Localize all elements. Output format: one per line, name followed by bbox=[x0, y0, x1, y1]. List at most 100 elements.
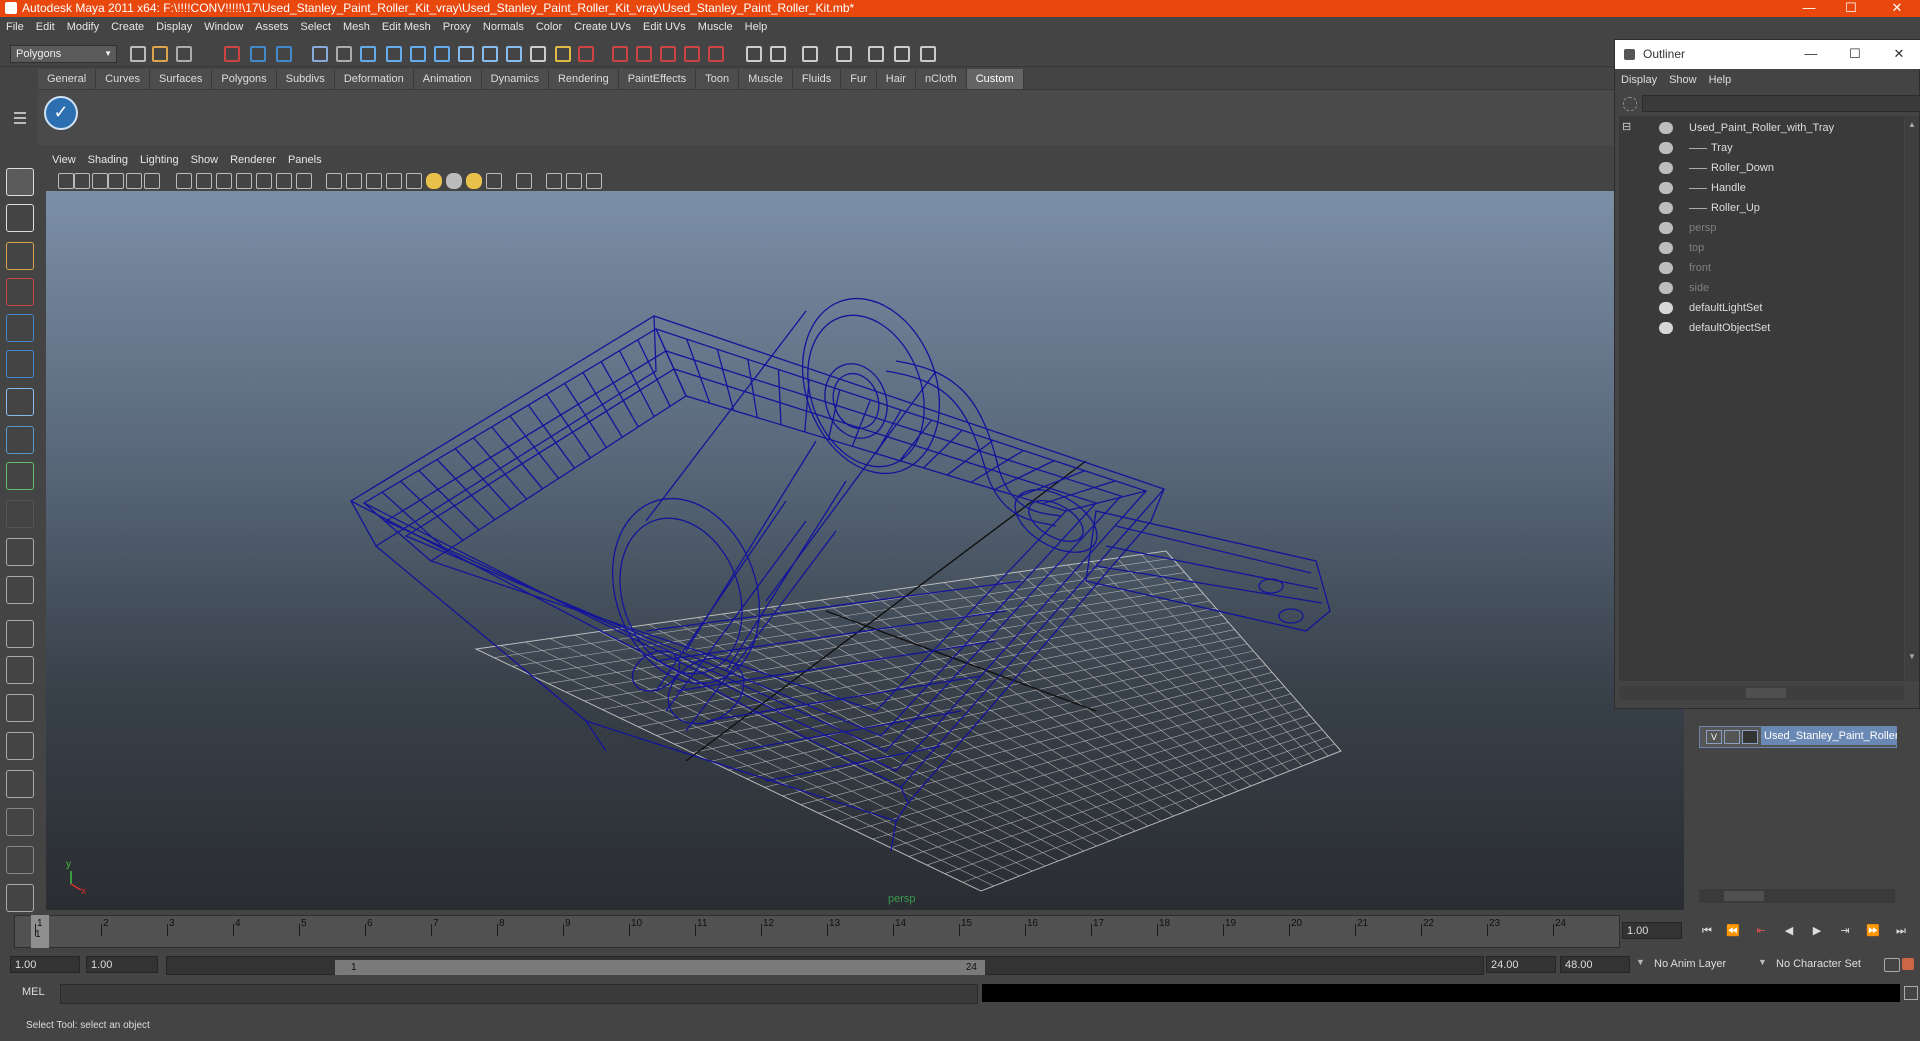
toolbar-tool-icon[interactable] bbox=[612, 46, 628, 62]
toolbar-tool-icon[interactable] bbox=[434, 46, 450, 62]
toolbox-tool-icon[interactable] bbox=[6, 278, 34, 306]
viewport-tool-icon[interactable] bbox=[586, 173, 602, 189]
scroll-down-icon[interactable]: ▼ bbox=[1908, 652, 1916, 661]
shelf-tab-muscle[interactable]: Muscle bbox=[739, 69, 793, 89]
viewport-tool-icon[interactable] bbox=[216, 173, 232, 189]
time-slider[interactable]: 1 1 2 3 4 5 6 7 8 9 10 11 12 13 14 15 16 17 18 19 20 21 22 23 2… bbox=[14, 915, 1620, 948]
toolbar-tool-icon[interactable] bbox=[410, 46, 426, 62]
viewport-tool-icon[interactable] bbox=[236, 173, 252, 189]
outliner-horizontal-scrollbar[interactable] bbox=[1619, 686, 1904, 700]
viewport-menu-show[interactable]: Show bbox=[185, 150, 225, 170]
viewport-tool-icon[interactable] bbox=[566, 173, 582, 189]
step-back-key-icon[interactable]: ⏪ bbox=[1722, 920, 1744, 942]
menu-window[interactable]: Window bbox=[198, 17, 249, 38]
viewport-tool-icon[interactable] bbox=[58, 173, 74, 189]
toolbar-tool-icon[interactable] bbox=[802, 46, 818, 62]
viewport-tool-icon[interactable] bbox=[276, 173, 292, 189]
minimize-button[interactable]: — bbox=[1786, 0, 1832, 17]
menu-set-selector[interactable]: Polygons ▼ bbox=[10, 45, 117, 63]
shelf-tab-ncloth[interactable]: nCloth bbox=[915, 69, 967, 89]
toolbar-tool-icon[interactable] bbox=[152, 46, 168, 62]
viewport-tool-icon[interactable] bbox=[196, 173, 212, 189]
toolbox-tool-icon[interactable] bbox=[6, 204, 34, 232]
toolbar-tool-icon[interactable] bbox=[458, 46, 474, 62]
toolbar-tool-icon[interactable] bbox=[360, 46, 376, 62]
viewport-tool-icon[interactable] bbox=[92, 173, 108, 189]
outliner-maximize-button[interactable]: ☐ bbox=[1833, 40, 1877, 69]
end-time-field[interactable]: 48.00 bbox=[1560, 956, 1630, 973]
outliner-close-button[interactable]: ✕ bbox=[1877, 40, 1920, 69]
anim-layer-selector[interactable]: No Anim Layer bbox=[1650, 956, 1758, 973]
toolbar-tool-icon[interactable] bbox=[482, 46, 498, 62]
outliner-item[interactable]: front bbox=[1619, 258, 1904, 278]
toolbox-tool-icon[interactable] bbox=[6, 538, 34, 566]
anim-layer-dropdown-icon[interactable]: ▼ bbox=[1636, 957, 1645, 967]
outliner-item[interactable]: Roller_Down bbox=[1619, 158, 1904, 178]
outliner-item[interactable]: top bbox=[1619, 238, 1904, 258]
toolbar-tool-icon[interactable] bbox=[530, 46, 546, 62]
shelf-menu-icon[interactable] bbox=[14, 112, 26, 114]
viewport-menu-panels[interactable]: Panels bbox=[282, 150, 328, 170]
layer-horizontal-scrollbar[interactable] bbox=[1699, 889, 1895, 903]
menu-file[interactable]: File bbox=[0, 17, 30, 38]
toolbox-tool-icon[interactable] bbox=[6, 884, 34, 912]
start-time-field[interactable]: 1.00 bbox=[10, 956, 80, 973]
toolbox-tool-icon[interactable] bbox=[6, 350, 34, 378]
shelf-tab-toon[interactable]: Toon bbox=[696, 69, 740, 89]
menu-help[interactable]: Help bbox=[739, 17, 774, 38]
step-forward-key-icon[interactable]: ⏩ bbox=[1862, 920, 1884, 942]
shelf-tab-fur[interactable]: Fur bbox=[841, 69, 877, 89]
viewport-tool-icon[interactable] bbox=[486, 173, 502, 189]
outliner-minimize-button[interactable]: — bbox=[1789, 40, 1833, 69]
shelf-tab-fluids[interactable]: Fluids bbox=[792, 69, 842, 89]
toolbar-tool-icon[interactable] bbox=[684, 46, 700, 62]
shelf-tab-hair[interactable]: Hair bbox=[876, 69, 916, 89]
command-input[interactable] bbox=[60, 984, 978, 1004]
viewport-tool-icon[interactable] bbox=[108, 173, 124, 189]
toolbar-tool-icon[interactable] bbox=[176, 46, 192, 62]
toolbar-tool-icon[interactable] bbox=[336, 46, 352, 62]
step-back-icon[interactable]: ⇤ bbox=[1750, 920, 1772, 942]
toolbar-tool-icon[interactable] bbox=[386, 46, 402, 62]
character-set-selector[interactable]: No Character Set bbox=[1772, 956, 1882, 973]
shelf-tab-dynamics[interactable]: Dynamics bbox=[481, 69, 549, 89]
toolbar-tool-icon[interactable] bbox=[224, 46, 240, 62]
key-icon[interactable] bbox=[1884, 958, 1900, 972]
go-to-end-icon[interactable]: ⏭ bbox=[1890, 920, 1912, 942]
viewport-tool-icon[interactable] bbox=[296, 173, 312, 189]
step-forward-icon[interactable]: ⇥ bbox=[1834, 920, 1856, 942]
toolbar-tool-icon[interactable] bbox=[920, 46, 936, 62]
viewport-tool-icon[interactable] bbox=[466, 173, 482, 189]
maximize-button[interactable]: ☐ bbox=[1828, 0, 1874, 17]
toolbox-tool-icon[interactable] bbox=[6, 620, 34, 648]
play-forward-icon[interactable]: ▶ bbox=[1806, 920, 1828, 942]
toolbar-tool-icon[interactable] bbox=[276, 46, 292, 62]
outliner-item[interactable]: Used_Paint_Roller_with_Tray bbox=[1619, 118, 1904, 138]
toolbox-tool-icon[interactable] bbox=[6, 168, 34, 196]
viewport-tool-icon[interactable] bbox=[516, 173, 532, 189]
toolbox-tool-icon[interactable] bbox=[6, 694, 34, 722]
playback-end-field[interactable]: 24.00 bbox=[1486, 956, 1556, 973]
toolbox-tool-icon[interactable] bbox=[6, 242, 34, 270]
script-editor-icon[interactable] bbox=[1904, 986, 1918, 1000]
menu-edit[interactable]: Edit bbox=[30, 17, 61, 38]
shelf-tab-rendering[interactable]: Rendering bbox=[548, 69, 619, 89]
playback-start-field[interactable]: 1.00 bbox=[86, 956, 158, 973]
viewport-tool-icon[interactable] bbox=[176, 173, 192, 189]
toolbar-tool-icon[interactable] bbox=[708, 46, 724, 62]
layer-scroll-thumb[interactable] bbox=[1724, 891, 1764, 901]
viewport-tool-icon[interactable] bbox=[144, 173, 160, 189]
outliner-item[interactable]: persp bbox=[1619, 218, 1904, 238]
viewport-menu-lighting[interactable]: Lighting bbox=[134, 150, 185, 170]
menu-edit-uvs[interactable]: Edit UVs bbox=[637, 17, 692, 38]
shelf-tab-general[interactable]: General bbox=[38, 69, 97, 89]
toolbox-tool-icon[interactable] bbox=[6, 500, 34, 528]
toolbox-tool-icon[interactable] bbox=[6, 426, 34, 454]
outliner-item[interactable]: side bbox=[1619, 278, 1904, 298]
play-backward-icon[interactable]: ◀ bbox=[1778, 920, 1800, 942]
toolbar-tool-icon[interactable] bbox=[578, 46, 594, 62]
toolbox-tool-icon[interactable] bbox=[6, 314, 34, 342]
layer-type-toggle[interactable] bbox=[1724, 730, 1740, 744]
viewport-tool-icon[interactable] bbox=[256, 173, 272, 189]
outliner-menu-help[interactable]: Help bbox=[1703, 69, 1738, 91]
